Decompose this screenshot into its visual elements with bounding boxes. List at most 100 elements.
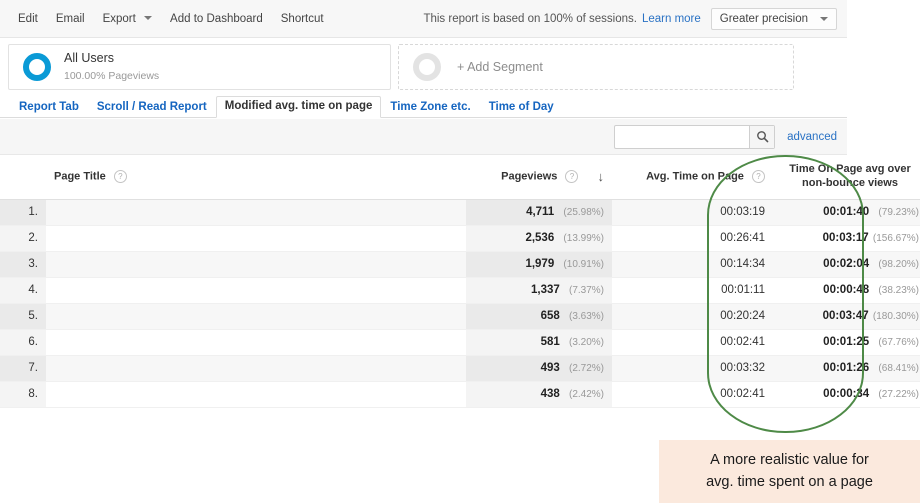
row-page-title[interactable] — [46, 381, 466, 408]
row-avg-time-on-page: 00:03:32 — [612, 355, 773, 382]
precision-dropdown-label: Greater precision — [719, 12, 808, 25]
column-header-time-on-page-nonbounce[interactable]: Time On Page avg over non-bounce views — [773, 155, 920, 200]
row-avg-time-on-page: 00:26:41 — [612, 225, 773, 252]
row-pageviews-pct: (3.63%) — [568, 311, 604, 322]
row-pageviews-pct: (2.72%) — [568, 363, 604, 374]
row-page-title[interactable] — [46, 329, 466, 356]
table-row[interactable]: 1. 4,711 (25.98%) 00:03:19 00:01:40 (79.… — [0, 199, 920, 226]
row-pageviews: 4,711 (25.98%) — [466, 199, 612, 226]
export-button[interactable]: Export — [94, 9, 161, 29]
segment-all-users[interactable]: All Users 100.00% Pageviews — [8, 44, 391, 90]
row-time-nonbounce: 00:03:47 (180.30%) — [773, 303, 920, 330]
tab-report-tab[interactable]: Report Tab — [10, 97, 88, 118]
email-button[interactable]: Email — [47, 9, 94, 29]
chevron-down-icon — [820, 16, 828, 21]
row-pageviews-pct: (7.37%) — [568, 285, 604, 296]
row-time-nonbounce: 00:01:25 (67.76%) — [773, 329, 920, 356]
search-icon — [756, 131, 768, 143]
add-to-dashboard-button-label: Add to Dashboard — [170, 12, 263, 25]
table-row[interactable]: 7. 493 (2.72%) 00:03:32 00:01:26 (68.41%… — [0, 355, 920, 382]
tab-time-of-day[interactable]: Time of Day — [480, 97, 563, 118]
row-pageviews-value: 438 — [540, 388, 560, 400]
row-time-nonbounce-pct: (180.30%) — [872, 311, 919, 322]
tab-modified-avg-time-on-page[interactable]: Modified avg. time on page — [215, 96, 382, 118]
precision-dropdown[interactable]: Greater precision — [710, 7, 837, 30]
annotation-line-1: A more realistic value for — [710, 452, 869, 469]
row-pageviews-value: 658 — [540, 310, 560, 322]
row-pageviews-value: 1,979 — [525, 258, 555, 270]
chevron-down-icon — [144, 16, 153, 21]
row-page-title[interactable] — [46, 251, 466, 278]
row-pageviews: 658 (3.63%) — [466, 303, 612, 330]
row-pageviews-pct: (25.98%) — [563, 207, 604, 218]
learn-more-link[interactable]: Learn more — [642, 13, 701, 25]
row-page-title[interactable] — [46, 277, 466, 304]
add-segment-donut-icon — [413, 53, 441, 81]
row-page-title[interactable] — [46, 199, 466, 226]
table-row[interactable]: 3. 1,979 (10.91%) 00:14:34 00:02:04 (98.… — [0, 251, 920, 278]
row-pageviews-value: 1,337 — [531, 284, 560, 296]
segment-subtitle: 100.00% Pageviews — [64, 70, 160, 83]
tab-label: Modified avg. time on page — [224, 100, 373, 112]
table-row[interactable]: 8. 438 (2.42%) 00:02:41 00:00:34 (27.22%… — [0, 381, 920, 408]
sort-descending-icon[interactable]: ↓ — [598, 169, 605, 184]
table-header-row: Page Title ? Pageviews ? ↓ Avg. Time on … — [0, 155, 920, 200]
column-header-pageviews[interactable]: Pageviews ? ↓ — [466, 155, 612, 200]
row-time-nonbounce-pct: (68.41%) — [878, 363, 919, 374]
tab-label: Scroll / Read Report — [96, 101, 207, 113]
row-time-nonbounce-pct: (98.20%) — [878, 259, 919, 270]
column-header-page-title[interactable]: Page Title ? — [46, 155, 466, 200]
search-input[interactable] — [615, 125, 750, 148]
table-row[interactable]: 4. 1,337 (7.37%) 00:01:11 00:00:48 (38.2… — [0, 277, 920, 304]
row-time-nonbounce: 00:00:48 (38.23%) — [773, 277, 920, 304]
column-header-index — [0, 155, 46, 200]
search-box — [614, 124, 776, 149]
table-row[interactable]: 5. 658 (3.63%) 00:20:24 00:03:47 (180.30… — [0, 303, 920, 330]
row-pageviews: 493 (2.72%) — [466, 355, 612, 382]
row-index: 7. — [0, 355, 46, 382]
row-time-nonbounce-pct: (79.23%) — [878, 207, 919, 218]
row-pageviews-value: 581 — [540, 336, 560, 348]
row-pageviews-value: 4,711 — [526, 206, 555, 218]
row-avg-time-on-page: 00:02:41 — [612, 381, 773, 408]
help-icon[interactable]: ? — [113, 170, 127, 184]
shortcut-button[interactable]: Shortcut — [272, 9, 333, 29]
row-index: 5. — [0, 303, 46, 330]
segment-title: All Users — [64, 51, 115, 66]
help-icon[interactable]: ? — [565, 170, 579, 184]
row-pageviews-pct: (2.42%) — [568, 389, 604, 400]
row-avg-time-on-page: 00:03:19 — [612, 199, 773, 226]
row-time-nonbounce-pct: (67.76%) — [878, 337, 919, 348]
search-button[interactable] — [749, 125, 775, 148]
table-row[interactable]: 2. 2,536 (13.99%) 00:26:41 00:03:17 (156… — [0, 225, 920, 252]
report-tabs: Report Tab Scroll / Read Report Modified… — [0, 94, 847, 118]
add-to-dashboard-button[interactable]: Add to Dashboard — [161, 9, 272, 29]
column-header-avg-time-on-page[interactable]: Avg. Time on Page ? — [612, 155, 773, 200]
tab-time-zone-etc[interactable]: Time Zone etc. — [381, 97, 479, 118]
table-toolbar: advanced — [0, 119, 847, 155]
table-row[interactable]: 6. 581 (3.20%) 00:02:41 00:01:25 (67.76%… — [0, 329, 920, 356]
row-pageviews: 438 (2.42%) — [466, 381, 612, 408]
annotation-callout: A more realistic value for avg. time spe… — [659, 440, 920, 503]
tab-label: Report Tab — [19, 101, 79, 113]
row-time-nonbounce-pct: (156.67%) — [872, 233, 919, 244]
row-time-nonbounce-value: 00:01:25 — [823, 336, 870, 348]
row-page-title[interactable] — [46, 303, 466, 330]
row-avg-time-on-page: 00:02:41 — [612, 329, 773, 356]
row-avg-time-on-page: 00:20:24 — [612, 303, 773, 330]
row-time-nonbounce-value: 00:03:47 — [822, 310, 869, 322]
row-time-nonbounce-value: 00:03:17 — [822, 232, 869, 244]
add-segment-button[interactable]: + Add Segment — [398, 44, 794, 90]
row-index: 8. — [0, 381, 46, 408]
row-index: 6. — [0, 329, 46, 356]
row-avg-time-on-page: 00:14:34 — [612, 251, 773, 278]
row-time-nonbounce: 00:01:26 (68.41%) — [773, 355, 920, 382]
column-header-page-title-label: Page Title — [54, 170, 106, 183]
advanced-search-link[interactable]: advanced — [787, 131, 837, 143]
row-page-title[interactable] — [46, 225, 466, 252]
row-page-title[interactable] — [46, 355, 466, 382]
row-time-nonbounce-pct: (38.23%) — [878, 285, 919, 296]
edit-button[interactable]: Edit — [9, 9, 47, 29]
tab-scroll-read-report[interactable]: Scroll / Read Report — [88, 97, 216, 118]
help-icon[interactable]: ? — [752, 170, 765, 184]
